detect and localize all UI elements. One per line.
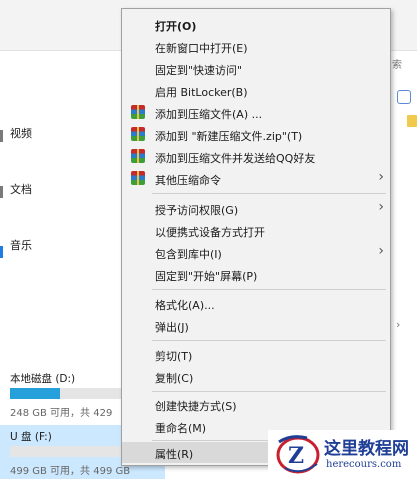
drive-d-capacity: 248 GB 可用，共 429 bbox=[10, 408, 113, 419]
site-watermark: Z 这里教程网 herecours.com bbox=[268, 430, 417, 479]
watermark-url: herecours.com bbox=[326, 459, 402, 470]
menu-item-other-compress[interactable]: 其他压缩命令 › bbox=[122, 168, 390, 189]
menu-item-bitlocker[interactable]: 启用 BitLocker(B) bbox=[122, 80, 390, 101]
nav-item-documents[interactable]: 文档 bbox=[10, 181, 32, 197]
drive-f-label: U 盘 (F:) bbox=[10, 431, 52, 443]
drive-d-usage-bar bbox=[10, 388, 128, 399]
menu-item-grant-access[interactable]: 授予访问权限(G) › bbox=[122, 198, 390, 219]
menu-item-cut[interactable]: 剪切(T) bbox=[122, 344, 390, 365]
menu-item-create-shortcut[interactable]: 创建快捷方式(S) bbox=[122, 394, 390, 415]
menu-item-archive-send-qq[interactable]: 添加到压缩文件并发送给QQ好友 bbox=[122, 146, 390, 167]
menu-item-label: 以便携式设备方式打开 bbox=[155, 226, 265, 239]
context-menu: 打开(O) 在新窗口中打开(E) 固定到"快速访问" 启用 BitLocker(… bbox=[121, 8, 391, 466]
winrar-icon bbox=[131, 127, 145, 141]
chevron-right-icon: › bbox=[378, 243, 384, 259]
menu-item-label: 剪切(T) bbox=[155, 350, 193, 363]
menu-item-label: 授予访问权限(G) bbox=[155, 204, 239, 217]
documents-folder-icon bbox=[0, 186, 3, 198]
menu-item-pin-quick-access[interactable]: 固定到"快速访问" bbox=[122, 58, 390, 79]
menu-item-eject[interactable]: 弹出(J) bbox=[122, 315, 390, 336]
menu-item-open[interactable]: 打开(O) bbox=[122, 14, 390, 35]
menu-item-label: 其他压缩命令 bbox=[155, 174, 221, 187]
menu-item-open-portable[interactable]: 以便携式设备方式打开 bbox=[122, 220, 390, 241]
drive-f-usage-bar bbox=[10, 446, 128, 457]
music-folder-icon bbox=[0, 246, 3, 258]
drive-d-usage-fill bbox=[10, 388, 60, 399]
video-folder-icon bbox=[0, 130, 3, 142]
menu-item-label: 属性(R) bbox=[155, 448, 194, 461]
menu-item-open-new-window[interactable]: 在新窗口中打开(E) bbox=[122, 36, 390, 57]
drive-d-label: 本地磁盘 (D:) bbox=[10, 373, 76, 385]
watermark-title: 这里教程网 bbox=[324, 439, 409, 459]
menu-item-copy[interactable]: 复制(C) bbox=[122, 366, 390, 387]
menu-item-label: 固定到"开始"屏幕(P) bbox=[155, 270, 258, 283]
winrar-icon bbox=[131, 149, 145, 163]
winrar-icon bbox=[131, 105, 145, 119]
menu-item-label: 弹出(J) bbox=[155, 321, 189, 334]
menu-item-add-to-archive[interactable]: 添加到压缩文件(A) ... bbox=[122, 102, 390, 123]
nav-item-music[interactable]: 音乐 bbox=[10, 237, 32, 253]
menu-separator bbox=[152, 340, 386, 341]
menu-item-label: 添加到压缩文件并发送给QQ好友 bbox=[155, 152, 316, 165]
chevron-right-icon: › bbox=[378, 169, 384, 185]
menu-separator bbox=[152, 289, 386, 290]
folder-icon bbox=[407, 115, 417, 127]
menu-item-label: 重命名(M) bbox=[155, 422, 207, 435]
menu-item-label: 启用 BitLocker(B) bbox=[155, 86, 248, 99]
menu-separator bbox=[152, 391, 386, 392]
winrar-icon bbox=[131, 171, 145, 185]
search-box-fragment[interactable]: 索 bbox=[392, 56, 402, 71]
watermark-logo-icon: Z bbox=[276, 435, 320, 474]
menu-item-label: 添加到 "新建压缩文件.zip"(T) bbox=[155, 130, 303, 143]
menu-item-add-to-zip[interactable]: 添加到 "新建压缩文件.zip"(T) bbox=[122, 124, 390, 145]
menu-item-label: 复制(C) bbox=[155, 372, 194, 385]
menu-item-include-library[interactable]: 包含到库中(I) › bbox=[122, 242, 390, 263]
menu-separator bbox=[152, 193, 386, 194]
menu-item-label: 创建快捷方式(S) bbox=[155, 400, 237, 413]
menu-item-pin-start[interactable]: 固定到"开始"屏幕(P) bbox=[122, 264, 390, 285]
watermark-logo-letter: Z bbox=[288, 443, 304, 469]
nav-item-videos[interactable]: 视频 bbox=[10, 125, 32, 141]
shield-icon bbox=[397, 90, 411, 104]
menu-item-format[interactable]: 格式化(A)... bbox=[122, 293, 390, 314]
drive-f-capacity: 499 GB 可用，共 499 GB bbox=[10, 466, 131, 477]
menu-item-label: 添加到压缩文件(A) ... bbox=[155, 108, 263, 121]
chevron-right-icon: › bbox=[378, 199, 384, 215]
menu-item-label: 在新窗口中打开(E) bbox=[155, 42, 248, 55]
menu-item-label: 打开(O) bbox=[155, 20, 197, 33]
scroll-arrow-icon[interactable]: › bbox=[396, 318, 400, 331]
menu-item-label: 固定到"快速访问" bbox=[155, 64, 243, 77]
menu-item-label: 包含到库中(I) bbox=[155, 248, 222, 261]
menu-item-label: 格式化(A)... bbox=[155, 299, 215, 312]
